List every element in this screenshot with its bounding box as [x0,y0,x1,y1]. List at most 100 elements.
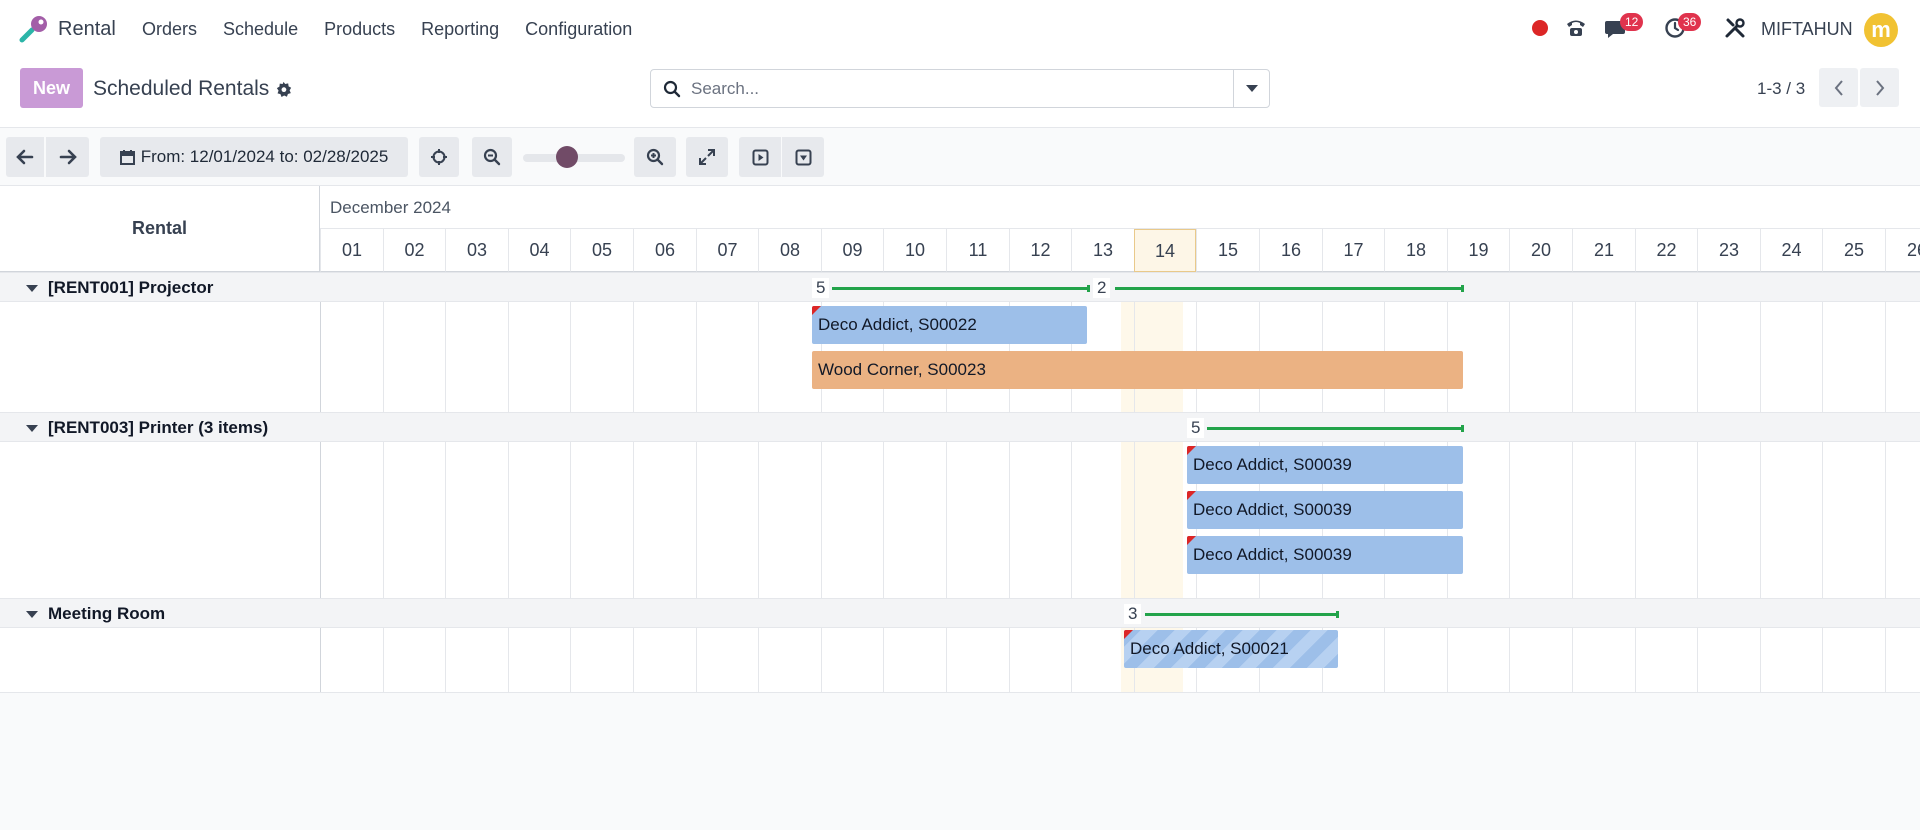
caret-down-icon [26,284,38,292]
phone-icon[interactable] [1565,18,1587,38]
rental-pill-label: Deco Addict, S00039 [1193,455,1352,474]
consolidation-end [1087,285,1090,292]
gantt-grid-line [1509,272,1510,692]
expand-view-button[interactable] [686,137,728,177]
new-button[interactable]: New [20,68,83,108]
key-icon[interactable] [18,14,50,44]
gear-icon[interactable] [275,81,292,98]
rental-pill[interactable]: Deco Addict, S00039 [1187,536,1463,574]
gantt-day-header: 21 [1572,229,1635,272]
page-title: Scheduled Rentals [93,77,292,101]
consolidation-bar[interactable]: 5 [812,274,1090,302]
rental-pill[interactable]: Deco Addict, S00039 [1187,491,1463,529]
gantt-day-header: 04 [508,229,570,272]
gantt-group-toggle[interactable]: [RENT001] Projector [26,278,213,298]
gantt-group-row[interactable]: [RENT003] Printer (3 items) [0,412,1920,442]
gantt-group-row[interactable]: Meeting Room [0,598,1920,628]
gantt-day-header: 08 [758,229,821,272]
search-icon [663,80,681,98]
chevron-right-icon [1875,79,1884,96]
consolidation-line [1145,613,1339,616]
zoom-in-icon [646,148,664,166]
gantt-day-header: 17 [1322,229,1384,272]
zoom-out-button[interactable] [472,137,512,177]
gantt-group-label: [RENT003] Printer (3 items) [48,418,269,437]
search-box [650,69,1270,108]
rental-pill-label: Deco Addict, S00022 [818,315,977,334]
caret-down-icon [1245,84,1258,92]
tools-icon[interactable] [1724,17,1746,39]
late-flag [1187,446,1196,455]
caret-down-icon [26,610,38,618]
pager-value[interactable]: 1-3 / 3 [1757,79,1805,99]
gantt-group-label: Meeting Room [48,604,166,623]
consolidation-line [1207,427,1464,430]
rental-pill[interactable]: Deco Addict, S00021 [1124,630,1338,668]
gantt-day-header: 03 [445,229,508,272]
gantt-grid-line [1822,272,1823,692]
user-name[interactable]: MIFTAHUN [1761,19,1853,40]
search-input[interactable] [691,76,1211,101]
gantt-grid-line [383,272,384,692]
gantt-day-header: 12 [1009,229,1071,272]
arrow-left-icon [16,149,34,165]
next-period-button[interactable] [46,137,89,177]
gantt-grid-line [1885,272,1886,692]
gantt-day-header: 22 [1635,229,1697,272]
collapse-rows-button[interactable] [782,137,824,177]
late-flag [1187,536,1196,545]
play-icon [752,149,768,165]
rental-pill[interactable]: Deco Addict, S00022 [812,306,1087,344]
consolidation-line [1115,287,1464,290]
gantt-group-toggle[interactable]: [RENT003] Printer (3 items) [26,418,268,438]
gantt-group-toggle[interactable]: Meeting Room [26,604,165,624]
calendar-icon [119,150,135,165]
search-options-toggle[interactable] [1233,70,1269,107]
gantt-view: Rental December 2024 01 02 03 04 05 06 07 08 09 1… [0,186,1920,693]
avatar[interactable]: m [1864,13,1898,47]
expand-rows-button[interactable] [739,137,781,177]
gantt-day-header: 18 [1384,229,1447,272]
zoom-in-button[interactable] [634,137,676,177]
consolidation-bar[interactable]: 5 [1187,414,1464,442]
previous-period-button[interactable] [6,137,44,177]
arrow-right-icon [59,149,77,165]
late-flag [812,306,821,315]
consolidation-bar[interactable]: 2 [1093,274,1464,302]
rental-pill-label: Deco Addict, S00039 [1193,545,1352,564]
top-navbar: Rental Orders Schedule Products Reportin… [0,0,1920,58]
gantt-grid-line [1635,272,1636,692]
gantt-day-header: 11 [946,229,1009,272]
menu-reporting[interactable]: Reporting [421,19,499,40]
menu-orders[interactable]: Orders [142,19,197,40]
gantt-day-header: 07 [696,229,758,272]
menu-schedule[interactable]: Schedule [223,19,298,40]
gantt-day-header: 24 [1760,229,1822,272]
pager-next-button[interactable] [1860,68,1899,107]
pager-previous-button[interactable] [1819,68,1858,107]
gantt-day-header: 15 [1196,229,1259,272]
crosshair-icon [431,149,447,165]
zoom-slider-handle[interactable] [556,146,578,168]
gantt-toolbar: From: 12/01/2024 to: 02/28/2025 [0,128,1920,186]
recording-indicator[interactable] [1532,20,1548,36]
menu-products[interactable]: Products [324,19,395,40]
gantt-grid-line [445,272,446,692]
app-name[interactable]: Rental [58,18,116,41]
gantt-grid-line [758,272,759,692]
gantt-day-header: 23 [1697,229,1760,272]
gantt-month-label: December 2024 [320,186,1920,229]
gantt-grid-line [1760,272,1761,692]
menu-configuration[interactable]: Configuration [525,19,632,40]
focus-today-button[interactable] [419,137,459,177]
rental-pill-label: Deco Addict, S00039 [1193,500,1352,519]
rental-pill[interactable]: Wood Corner, S00023 [812,351,1463,389]
gantt-day-header: 01 [320,229,383,272]
date-range-button[interactable]: From: 12/01/2024 to: 02/28/2025 [100,137,408,177]
consolidation-bar[interactable]: 3 [1124,600,1339,628]
gantt-header-divider [320,272,321,692]
rental-pill[interactable]: Deco Addict, S00039 [1187,446,1463,484]
consolidation-count: 3 [1124,604,1142,624]
rental-pill-label: Deco Addict, S00021 [1130,639,1289,658]
gantt-grid-line [1697,272,1698,692]
